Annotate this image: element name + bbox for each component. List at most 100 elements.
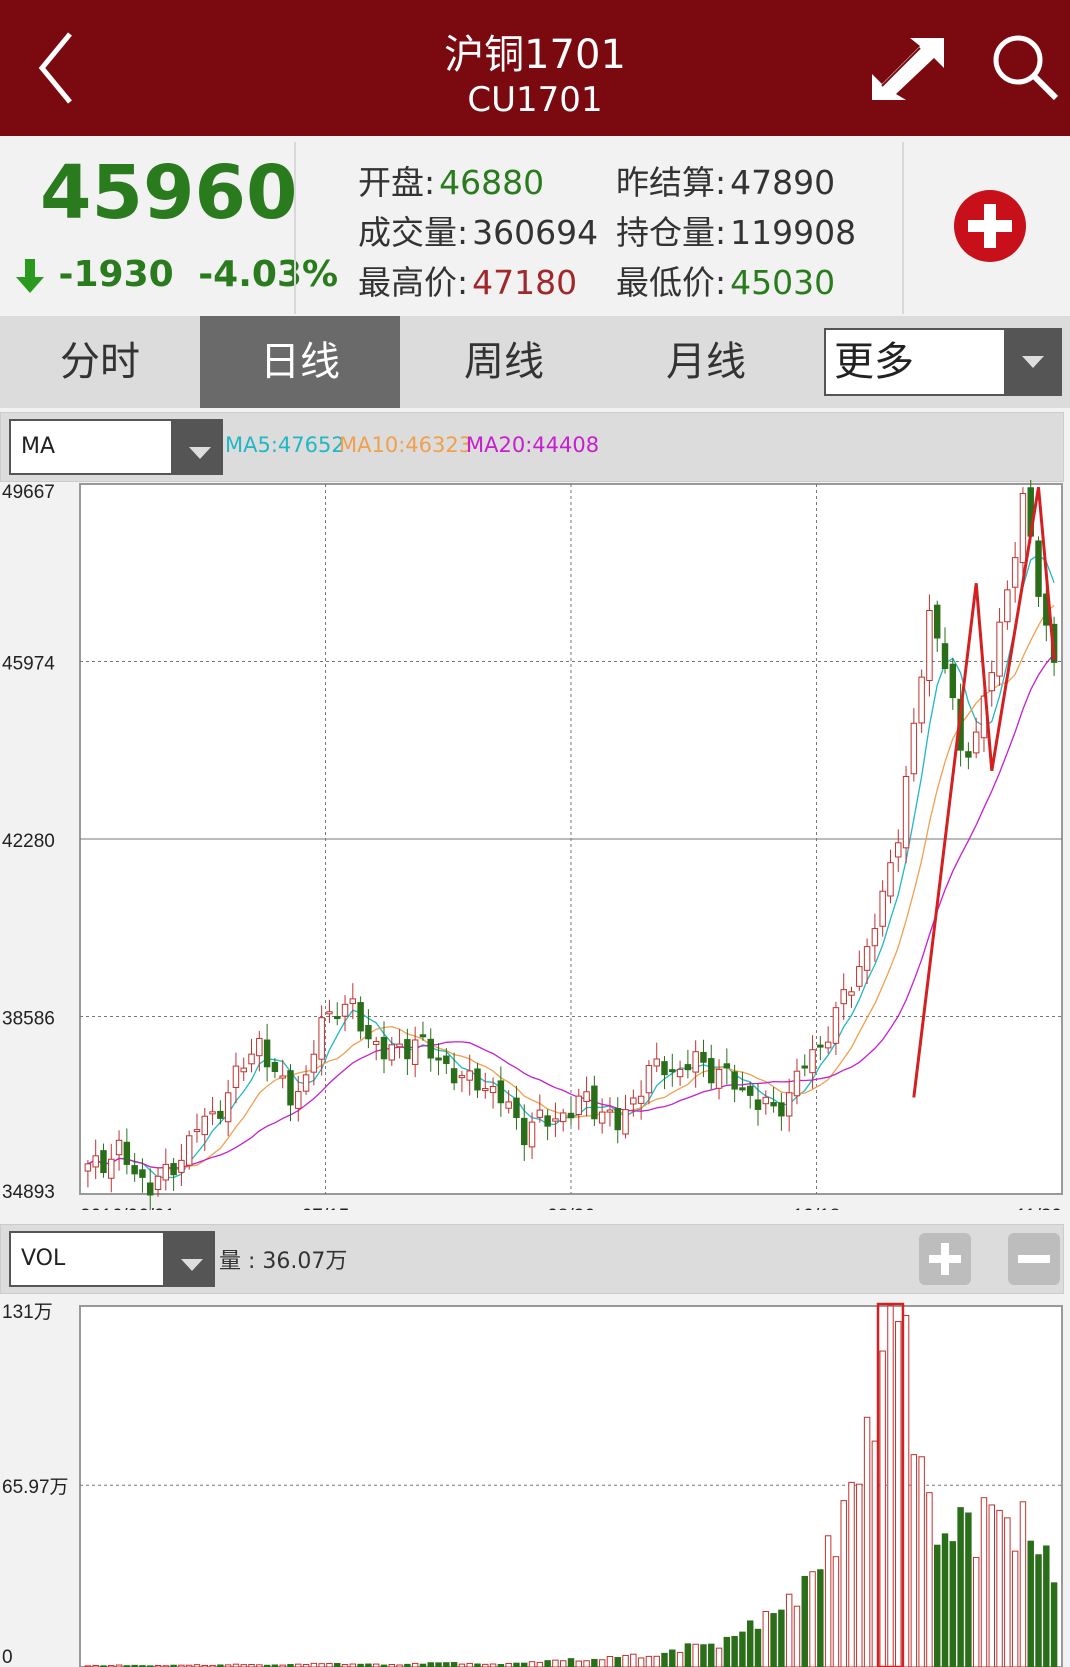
tab-weekly[interactable]: 周线 [404,316,604,408]
up-candle [458,1075,466,1079]
zoom-in-button[interactable] [919,1233,971,1285]
down-candle [100,1150,107,1174]
up-candle [240,1067,247,1073]
down-candle [700,1051,707,1063]
down-volume-bar [427,1662,434,1667]
up-volume-bar [528,1661,536,1667]
x-tick-label: 10/18 [793,1206,841,1210]
candlestick-chart[interactable]: 49667 45974 42280 38586 34893 2016/06/01 07/1… [0,480,1070,1210]
down-candle [474,1068,481,1091]
price-change: -1930 -4.03% [14,254,338,295]
zoom-out-button[interactable] [1008,1233,1060,1285]
volume-stat: 成交量: 360694 [358,206,598,254]
up-candle [318,1017,325,1060]
down-candle [365,1024,372,1040]
down-volume-bar [801,1575,808,1667]
up-candle [84,1163,92,1172]
down-volume-bar [941,1533,949,1667]
up-candle [856,966,863,987]
down-volume-bar [567,1658,575,1667]
down-candle [217,1110,224,1119]
change-percent: -4.03% [198,254,339,295]
up-candle [832,1007,840,1044]
up-volume-bar [575,1660,583,1667]
fullscreen-icon[interactable] [868,34,948,104]
down-volume-bar [521,1662,528,1667]
open-stat: 开盘: 46880 [358,156,544,204]
down-volume-bar [778,1609,785,1667]
y-tick-label: 0 [2,1647,13,1667]
up-candle [630,1097,637,1105]
up-volume-bar [630,1653,637,1667]
down-volume-bar [513,1662,520,1667]
more-dropdown[interactable]: 更多 [824,328,1062,396]
up-candle [115,1139,123,1156]
tab-daily[interactable]: 日线 [200,316,400,408]
up-candle [622,1109,629,1135]
y-tick-label: 38586 [2,1009,55,1030]
down-candle [131,1165,138,1175]
up-volume-bar [676,1651,684,1667]
down-candle [754,1099,762,1110]
volume-label: 成交量: [358,213,469,252]
up-volume-bar [1011,1550,1019,1667]
down-candle [1035,540,1042,597]
indicator-select[interactable]: MA [9,419,223,475]
up-volume-bar [552,1659,559,1667]
up-volume-bar [310,1662,318,1667]
up-candle [793,1070,801,1097]
last-price: 45960 [40,150,298,236]
down-candle [614,1107,621,1131]
up-candle [895,842,902,858]
up-volume-bar [996,1509,1003,1667]
up-candle [676,1068,684,1078]
up-volume-bar [637,1657,645,1667]
up-candle [1011,557,1019,588]
down-candle [427,1038,434,1059]
down-candle [746,1085,754,1096]
down-candle [933,604,941,639]
down-candle [263,1039,271,1068]
tab-intraday[interactable]: 分时 [0,316,200,408]
down-volume-bar [684,1643,692,1667]
up-candle [209,1111,216,1115]
up-candle [972,731,980,754]
ma5-value: MA5:47652 [225,433,345,457]
up-volume-bar [848,1481,855,1667]
down-candle [544,1115,551,1127]
high-label: 最高价: [358,263,469,302]
down-candle [949,663,957,699]
down-volume-bar [443,1662,450,1667]
up-candle [482,1088,489,1092]
up-candle [295,1091,302,1109]
down-candle [567,1112,575,1119]
up-candle [256,1037,263,1057]
search-icon[interactable] [990,32,1060,104]
down-candle [723,1063,731,1069]
y-tick-label: 65.97万 [2,1477,69,1498]
down-volume-bar [754,1628,762,1667]
app-header: 沪铜1701 CU1701 [0,0,1070,136]
up-volume-bar [583,1660,590,1667]
up-candle [108,1158,115,1179]
down-candle [669,1069,676,1073]
up-candle [1019,493,1027,564]
down-volume-bar [1035,1554,1042,1667]
x-tick-label: 08/26 [547,1206,595,1210]
down-candle [334,1016,341,1020]
up-candle [583,1091,590,1102]
up-volume-bar [606,1656,614,1667]
up-candle [466,1070,473,1081]
up-candle [785,1092,793,1117]
down-candle [770,1102,777,1107]
volume-indicator-select[interactable]: VOL [9,1231,215,1287]
up-candle [279,1075,286,1079]
tab-monthly[interactable]: 月线 [606,316,806,408]
y-tick-label: 42280 [2,831,55,852]
up-candle [528,1121,536,1148]
down-candle [591,1085,598,1120]
volume-chart[interactable]: 131万 65.97万 0 [0,1292,1070,1667]
up-volume-bar [832,1556,840,1667]
low-label: 最低价: [616,263,727,302]
add-watchlist-button[interactable] [954,190,1026,262]
